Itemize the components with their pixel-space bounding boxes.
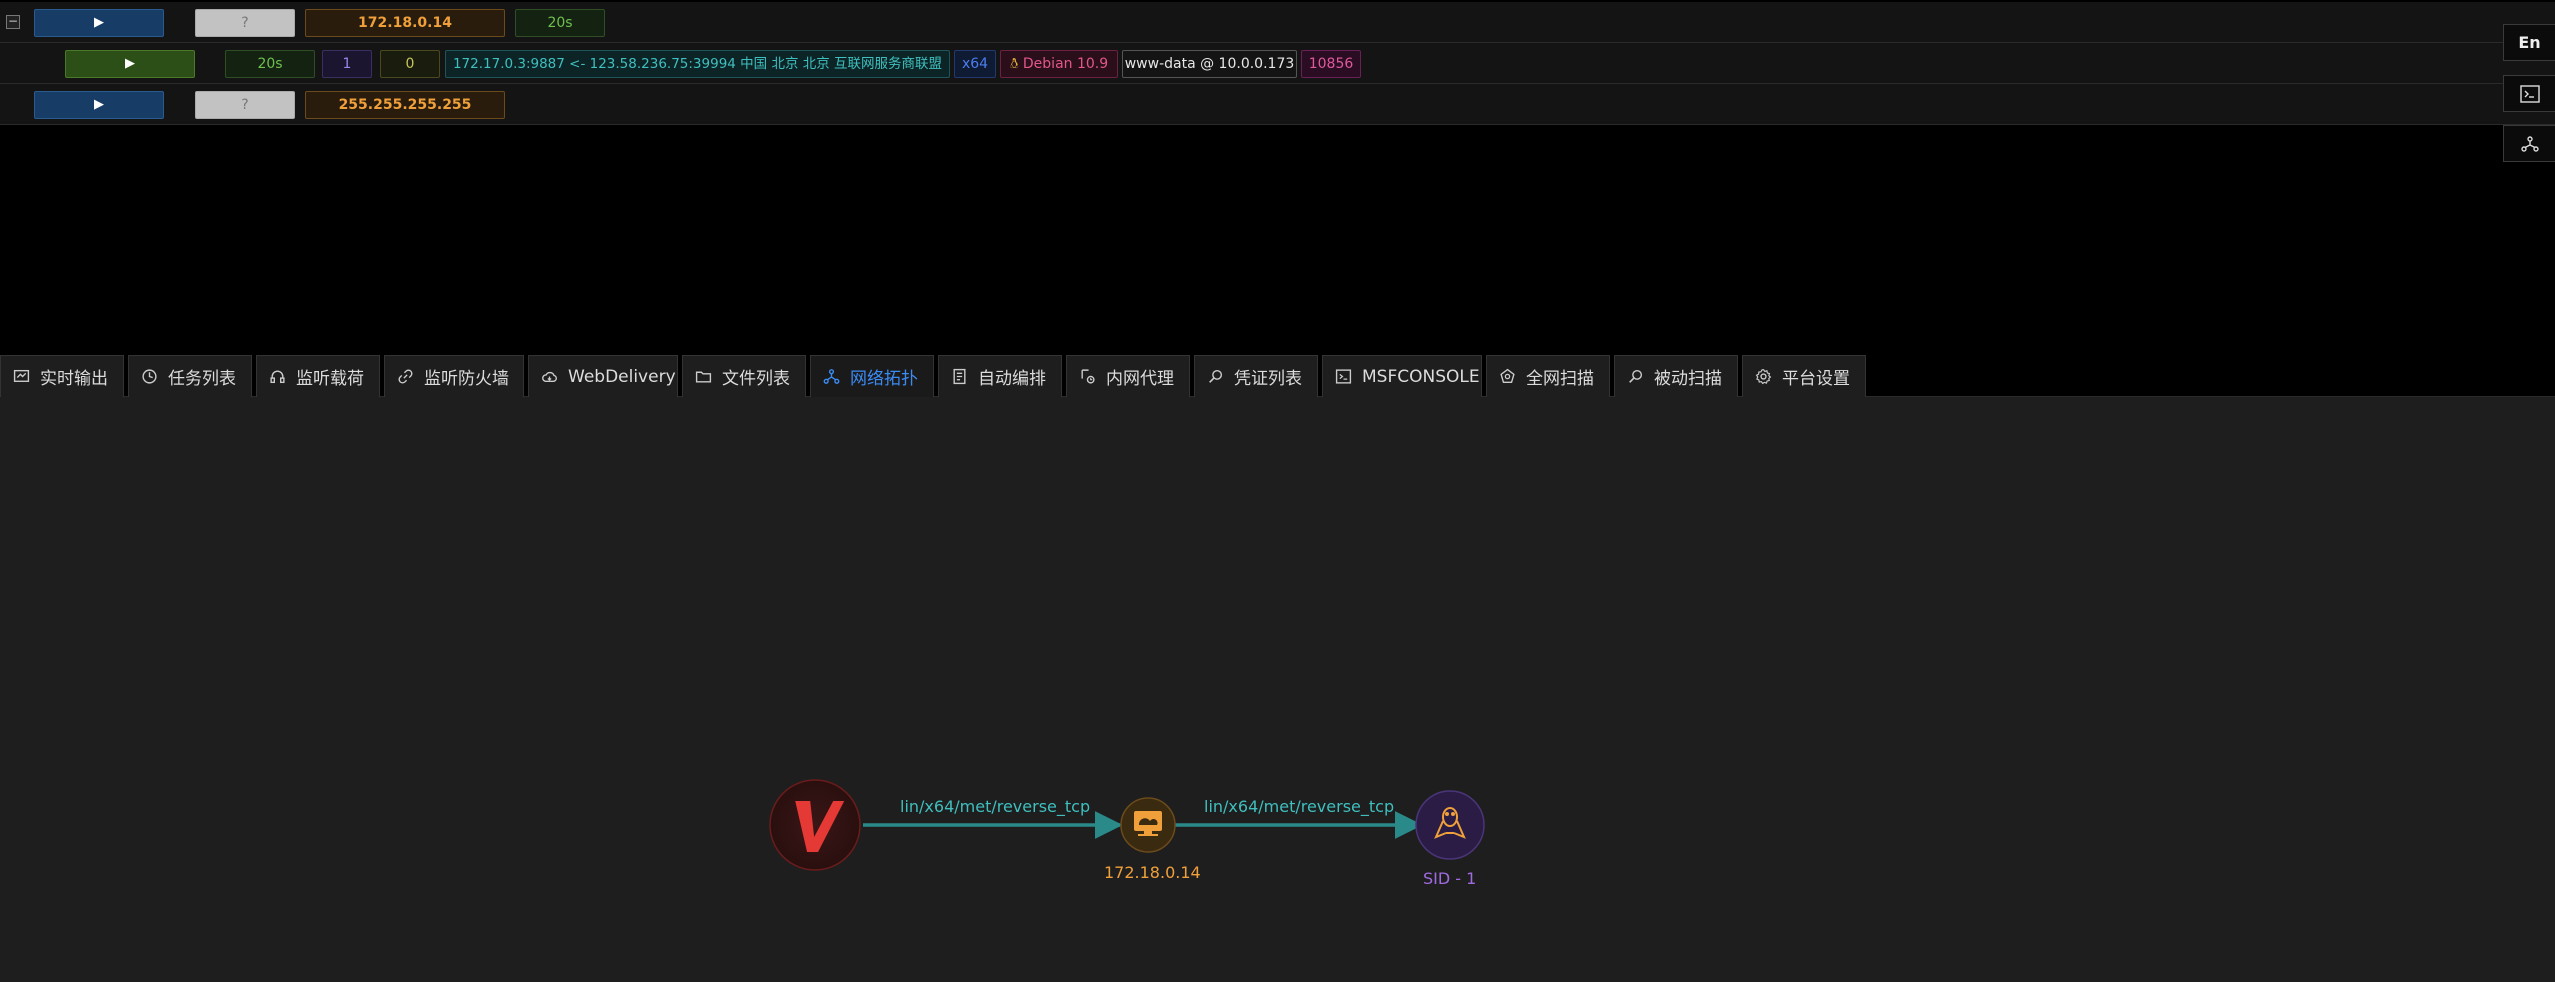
monitor-icon <box>13 368 30 385</box>
host-ip: 255.255.255.255 <box>305 91 505 119</box>
terminal-icon <box>2519 84 2540 103</box>
document-icon <box>951 368 968 385</box>
session-user: www-data @ 10.0.0.173 <box>1122 50 1297 78</box>
topology-canvas[interactable]: lin/x64/met/reverse_tcp lin/x64/met/reve… <box>0 397 2555 982</box>
tab-label: 凭证列表 <box>1234 369 1302 389</box>
edge-label-2: lin/x64/met/reverse_tcp <box>1204 797 1395 816</box>
network-icon <box>2520 135 2539 152</box>
headphones-icon <box>269 368 286 385</box>
host-tag[interactable]: ? <box>195 91 295 119</box>
tab-credential-list[interactable]: 凭证列表 <box>1194 355 1318 397</box>
tab-listener-payload[interactable]: 监听载荷 <box>256 355 380 397</box>
session-action-button[interactable]: ▶ <box>65 50 195 78</box>
search-icon <box>1627 368 1644 385</box>
session-count-b: 0 <box>380 50 440 78</box>
session-row-host-2: ▶ ? 255.255.255.255 <box>0 84 2555 125</box>
tab-passive-scan[interactable]: 被动扫描 <box>1614 355 1738 397</box>
folder-icon <box>695 368 712 385</box>
session-count-a: 1 <box>322 50 372 78</box>
tab-label: 全网扫描 <box>1526 369 1594 389</box>
session-arch: x64 <box>954 50 996 78</box>
linux-icon: 🐧︎ <box>1009 56 1019 72</box>
tab-label: 文件列表 <box>722 369 790 389</box>
tab-label: 内网代理 <box>1106 369 1174 389</box>
session-node[interactable] <box>1415 790 1485 860</box>
session-pid: 10856 <box>1301 50 1361 78</box>
proxy-icon <box>1079 368 1096 385</box>
host-action-button[interactable]: ▶ <box>34 9 164 37</box>
host-action-button[interactable]: ▶ <box>34 91 164 119</box>
host-heartbeat: 20s <box>515 9 605 37</box>
host-ip: 172.18.0.14 <box>305 9 505 37</box>
tab-auto-orchestration[interactable]: 自动编排 <box>938 355 1062 397</box>
session-row-1: ▶ 20s 1 0 172.17.0.3:9887 <- 123.58.236.… <box>0 43 2555 84</box>
gear-icon <box>1755 368 1772 385</box>
tab-label: 监听防火墙 <box>424 369 509 389</box>
tab-label: 网络拓扑 <box>850 369 918 389</box>
link-icon <box>397 368 414 385</box>
tab-label: 自动编排 <box>978 369 1046 389</box>
clock-icon <box>141 368 158 385</box>
tab-full-network-scan[interactable]: 全网扫描 <box>1486 355 1610 397</box>
tab-file-list[interactable]: 文件列表 <box>682 355 806 397</box>
radar-icon <box>1499 368 1516 385</box>
session-row-host-1: − ▶ ? 172.18.0.14 20s <box>0 2 2555 43</box>
tab-label: WebDelivery <box>568 366 676 387</box>
tab-network-topology[interactable]: 网络拓扑 <box>810 355 934 397</box>
session-connection: 172.17.0.3:9887 <- 123.58.236.75:39994 中… <box>445 50 950 78</box>
tab-label: MSFCONSOLE <box>1362 366 1480 387</box>
tab-msfconsole[interactable]: MSFCONSOLE <box>1322 355 1482 397</box>
cloud-icon <box>541 368 558 385</box>
tab-platform-settings[interactable]: 平台设置 <box>1742 355 1866 397</box>
search-icon <box>1207 368 1224 385</box>
session-node-label: SID - 1 <box>1423 869 1477 888</box>
tab-label: 任务列表 <box>168 369 236 389</box>
tab-webdelivery[interactable]: WebDelivery <box>528 355 678 397</box>
tab-realtime-output[interactable]: 实时输出 <box>0 355 124 397</box>
tab-label: 实时输出 <box>40 369 108 389</box>
session-os-label: Debian 10.9 <box>1022 56 1109 72</box>
host-node-label: 172.18.0.14 <box>1104 863 1201 882</box>
console-button[interactable] <box>2503 75 2555 112</box>
network-button[interactable] <box>2503 125 2555 162</box>
language-button[interactable]: En <box>2503 24 2555 61</box>
viper-node[interactable] <box>769 779 861 871</box>
tab-intranet-proxy[interactable]: 内网代理 <box>1066 355 1190 397</box>
session-list: − ▶ ? 172.18.0.14 20s ▶ 20s 1 0 172.17.0… <box>0 0 2555 125</box>
tab-label: 被动扫描 <box>1654 369 1722 389</box>
tab-bar: 实时输出 任务列表 监听载荷 监听防火墙 WebDelivery 文件列表 网络… <box>0 352 2555 397</box>
session-heartbeat: 20s <box>225 50 315 78</box>
tab-task-list[interactable]: 任务列表 <box>128 355 252 397</box>
session-os: 🐧︎ Debian 10.9 <box>1000 50 1118 78</box>
tab-label: 监听载荷 <box>296 369 364 389</box>
topology-graph <box>769 779 1485 871</box>
tab-listener-firewall[interactable]: 监听防火墙 <box>384 355 524 397</box>
tab-label: 平台设置 <box>1782 369 1850 389</box>
terminal-icon <box>1335 368 1352 385</box>
collapse-toggle[interactable]: − <box>6 15 20 29</box>
network-icon <box>823 368 840 385</box>
host-node[interactable] <box>1120 797 1176 853</box>
host-tag[interactable]: ? <box>195 9 295 37</box>
edge-label-1: lin/x64/met/reverse_tcp <box>900 797 1091 816</box>
